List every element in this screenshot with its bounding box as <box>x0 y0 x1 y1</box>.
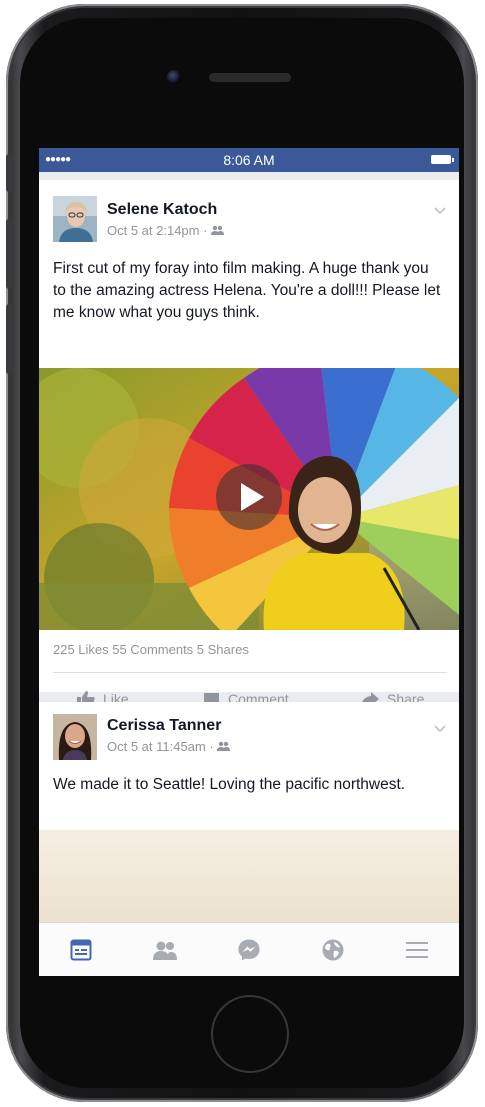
mute-switch <box>6 154 12 192</box>
post-timestamp[interactable]: Oct 5 at 11:45am <box>107 739 206 754</box>
chevron-down-icon[interactable] <box>433 204 447 218</box>
volume-down-button <box>6 304 12 374</box>
battery-icon <box>431 155 451 164</box>
meta-separator: · <box>203 223 212 238</box>
friends-icon <box>211 225 225 235</box>
post-timestamp[interactable]: Oct 5 at 2:14pm <box>107 223 200 238</box>
home-button[interactable] <box>211 995 289 1073</box>
post-text: We made it to Seattle! Loving the pacifi… <box>53 776 406 793</box>
tab-menu[interactable] <box>403 937 431 963</box>
earpiece-speaker <box>209 73 291 82</box>
friends-icon <box>217 741 231 751</box>
menu-icon <box>406 942 428 958</box>
status-bar: ●●●●● 8:06 AM <box>39 148 459 172</box>
post-stats[interactable]: 225 Likes 55 Comments 5 Shares <box>53 642 249 657</box>
messenger-icon <box>238 939 260 961</box>
post-divider <box>53 672 447 673</box>
post-meta: Oct 5 at 11:45am · <box>107 739 231 754</box>
post-author[interactable]: Selene Katoch <box>107 201 217 219</box>
friends-icon <box>153 941 177 960</box>
tab-bar <box>39 922 459 976</box>
post-text: First cut of my foray into film making. … <box>53 260 441 321</box>
tab-notifications[interactable] <box>319 937 347 963</box>
tab-news-feed[interactable] <box>67 937 95 963</box>
tab-messenger[interactable] <box>235 937 263 963</box>
play-icon <box>241 483 264 511</box>
tab-friends[interactable] <box>151 937 179 963</box>
chevron-down-icon[interactable] <box>433 722 447 736</box>
app-screen: ●●●●● 8:06 AM Selene Katoch Oct 5 at 2:1… <box>39 148 459 976</box>
battery-tip <box>452 158 454 162</box>
news-feed-icon <box>70 939 92 961</box>
front-camera <box>167 70 181 84</box>
volume-up-button <box>6 219 12 289</box>
feed-post: Selene Katoch Oct 5 at 2:14pm · First cu… <box>39 180 459 707</box>
status-time: 8:06 AM <box>223 152 275 168</box>
avatar[interactable] <box>53 196 97 242</box>
avatar[interactable] <box>53 714 97 760</box>
post-author[interactable]: Cerissa Tanner <box>107 717 221 735</box>
play-button[interactable] <box>216 464 282 530</box>
meta-separator: · <box>209 739 218 754</box>
post-meta: Oct 5 at 2:14pm · <box>107 223 225 238</box>
post-video[interactable] <box>39 368 459 630</box>
globe-icon <box>322 939 344 961</box>
